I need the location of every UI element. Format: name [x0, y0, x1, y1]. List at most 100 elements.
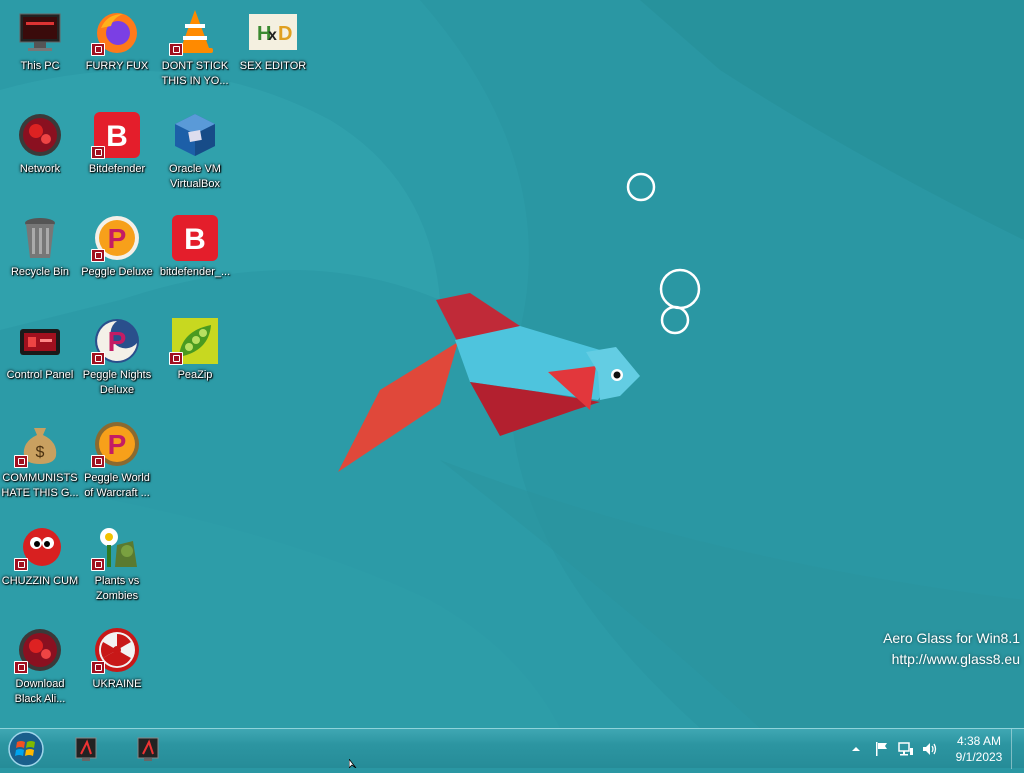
peggle-nights-icon: P — [91, 317, 141, 365]
icon-label: Peggle Deluxe — [81, 266, 153, 278]
desktop-icon-bitdefender[interactable]: B Bitdefender — [78, 103, 156, 203]
desktop: This PC Network Recycle Bin Control Pane… — [0, 0, 1024, 728]
shortcut-badge-icon — [14, 661, 28, 674]
taskbar: 4:38 AM 9/1/2023 — [0, 728, 1024, 769]
shortcut-badge-icon — [91, 352, 105, 365]
icon-label: Control Panel — [6, 369, 74, 381]
money-bag-icon: $ — [14, 420, 64, 468]
taskbar-pinned-app-1[interactable] — [62, 731, 110, 767]
pinned-app-icon — [137, 737, 159, 761]
control-panel-icon — [16, 317, 64, 365]
svg-text:B: B — [184, 223, 206, 256]
desktop-icon-ukraine[interactable]: UKRAINE — [78, 618, 156, 718]
desktop-icon-sex-editor[interactable]: HxD SEX EDITOR — [234, 0, 312, 100]
svg-text:P: P — [108, 429, 127, 460]
peggle-wow-icon: P — [91, 420, 141, 468]
svg-text:D: D — [278, 23, 292, 45]
icon-label: This PC — [20, 60, 60, 72]
desktop-icon-peazip[interactable]: PeaZip — [156, 309, 234, 409]
desktop-icon-download-black-ali[interactable]: Download Black Ali... — [1, 618, 79, 718]
desktop-icon-peggle-nights[interactable]: P Peggle Nights Deluxe — [78, 309, 156, 409]
desktop-icon-recycle-bin[interactable]: Recycle Bin — [1, 206, 79, 306]
network-tray[interactable] — [898, 729, 914, 769]
firefox-icon — [91, 8, 141, 56]
icon-label: Peggle World of Warcraft ... — [84, 472, 150, 499]
desktop-icon-bitdefender-installer[interactable]: B bitdefender_... — [156, 206, 234, 306]
icon-label: FURRY FUX — [85, 60, 149, 72]
icon-label: Recycle Bin — [10, 266, 70, 278]
peggle-icon: P — [91, 214, 141, 262]
radiation-icon — [91, 626, 141, 674]
shortcut-badge-icon — [91, 661, 105, 674]
watermark-title: Aero Glass for Win8.1 — [883, 630, 1020, 646]
desktop-icon-plants-vs-zombies[interactable]: Plants vs Zombies — [78, 515, 156, 615]
shortcut-badge-icon — [91, 43, 105, 56]
shortcut-badge-icon — [91, 558, 105, 571]
icon-label: SEX EDITOR — [239, 60, 307, 72]
icon-label: Plants vs Zombies — [94, 575, 140, 602]
show-hidden-icons-button[interactable] — [850, 729, 862, 769]
recycle-bin-icon — [16, 214, 64, 262]
icon-label: Oracle VM VirtualBox — [169, 163, 221, 190]
windows-orb-icon — [8, 731, 44, 767]
aero-glass-watermark: Aero Glass for Win8.1 http://www.glass8.… — [883, 628, 1020, 670]
peazip-icon — [169, 317, 219, 365]
desktop-icon-chuzzin[interactable]: CHUZZIN CUM — [1, 515, 79, 615]
icon-label: Bitdefender — [88, 163, 146, 175]
shortcut-badge-icon — [91, 146, 105, 159]
clock-time: 4:38 AM — [956, 734, 1002, 748]
icon-label: bitdefender_... — [159, 266, 231, 278]
icon-label: DONT STICK THIS IN YO... — [161, 60, 229, 87]
icon-label: Peggle Nights Deluxe — [82, 369, 152, 396]
pinned-app-icon — [75, 737, 97, 761]
bitdefender-icon: B — [91, 111, 141, 159]
desktop-icon-this-pc[interactable]: This PC — [1, 0, 79, 100]
shortcut-badge-icon — [169, 43, 183, 56]
network-icon — [898, 742, 913, 756]
vlc-icon — [169, 8, 219, 56]
icon-label: Download Black Ali... — [14, 678, 66, 705]
shortcut-badge-icon — [169, 352, 183, 365]
start-button[interactable] — [6, 730, 46, 768]
taskbar-pinned-app-2[interactable] — [124, 731, 172, 767]
icon-label: COMMUNISTS HATE THIS G... — [1, 472, 79, 499]
show-desktop-button[interactable] — [1011, 729, 1024, 769]
desktop-icon-peggle-wow[interactable]: P Peggle World of Warcraft ... — [78, 412, 156, 512]
icon-label: PeaZip — [177, 369, 213, 381]
svg-text:B: B — [106, 120, 128, 153]
desktop-icon-dont-stick[interactable]: DONT STICK THIS IN YO... — [156, 0, 234, 100]
watermark-url: http://www.glass8.eu — [891, 651, 1020, 667]
chevron-up-icon — [852, 747, 860, 751]
mouse-cursor-icon — [349, 759, 357, 768]
virtualbox-icon — [171, 111, 219, 159]
volume-icon — [923, 743, 937, 755]
icon-label: Network — [19, 163, 61, 175]
desktop-icon-peggle-deluxe[interactable]: P Peggle Deluxe — [78, 206, 156, 306]
desktop-icon-virtualbox[interactable]: Oracle VM VirtualBox — [156, 103, 234, 203]
svg-text:$: $ — [36, 444, 45, 461]
clock-date: 9/1/2023 — [955, 750, 1003, 764]
download-icon — [14, 626, 64, 674]
flag-icon — [876, 742, 887, 756]
svg-text:P: P — [108, 326, 127, 357]
volume-tray[interactable] — [922, 729, 940, 769]
chuzzle-icon — [14, 523, 64, 571]
shortcut-badge-icon — [91, 249, 105, 262]
icon-label: UKRAINE — [92, 678, 142, 690]
bitdefender-icon: B — [171, 214, 219, 262]
network-icon — [16, 111, 64, 159]
desktop-icon-control-panel[interactable]: Control Panel — [1, 309, 79, 409]
shortcut-badge-icon — [14, 558, 28, 571]
svg-text:x: x — [268, 27, 277, 44]
shortcut-badge-icon — [14, 455, 28, 468]
plants-vs-zombies-icon — [91, 523, 141, 571]
shortcut-badge-icon — [91, 455, 105, 468]
desktop-icon-furry-fux[interactable]: FURRY FUX — [78, 0, 156, 100]
hxd-icon: HxD — [249, 8, 297, 56]
action-center-flag[interactable] — [874, 729, 890, 769]
svg-text:P: P — [108, 223, 127, 254]
desktop-icon-communists[interactable]: $ COMMUNISTS HATE THIS G... — [1, 412, 79, 512]
this-pc-icon — [16, 8, 64, 56]
desktop-icon-network[interactable]: Network — [1, 103, 79, 203]
system-clock[interactable]: 4:38 AM 9/1/2023 — [954, 733, 1004, 765]
